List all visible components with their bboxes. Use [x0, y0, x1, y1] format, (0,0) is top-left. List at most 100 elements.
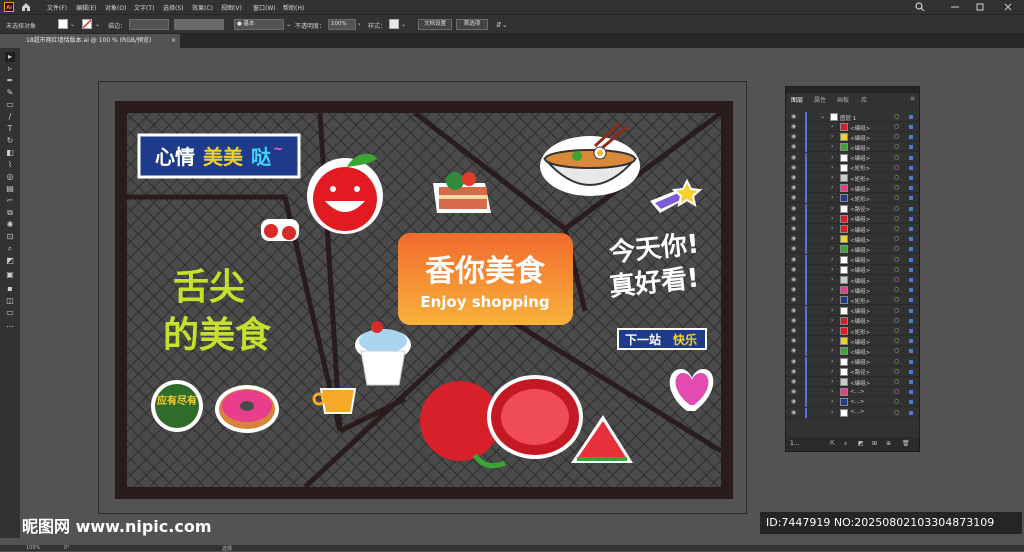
eye-icon[interactable]: ◉: [791, 327, 796, 334]
chevron-right-icon[interactable]: ›: [831, 337, 833, 344]
layer-row[interactable]: ◉ › <编组> ○: [786, 285, 919, 296]
target-icon[interactable]: ○: [894, 143, 899, 150]
restore-icon[interactable]: [975, 2, 985, 12]
layer-row[interactable]: ◉ › <...> ○: [786, 407, 919, 418]
target-icon[interactable]: ○: [894, 123, 899, 130]
chevron-right-icon[interactable]: ›: [358, 21, 360, 28]
minimize-icon[interactable]: [950, 2, 960, 12]
artboard-tool-icon[interactable]: ⊡: [5, 232, 15, 242]
target-icon[interactable]: ○: [894, 215, 899, 222]
type-tool-icon[interactable]: T: [5, 124, 15, 134]
layer-row[interactable]: ◉ › <编组> ○: [786, 356, 919, 367]
chevron-right-icon[interactable]: ›: [831, 378, 833, 385]
target-icon[interactable]: ○: [894, 164, 899, 171]
more-tools-icon[interactable]: ⋯: [5, 322, 15, 332]
home-icon[interactable]: [20, 1, 32, 13]
menu-effect[interactable]: 效果(C): [192, 3, 213, 12]
document-tab[interactable]: 18超市网红墙恬版本.ai @ 100 % (RGB/预览) ×: [20, 34, 180, 48]
layer-row[interactable]: ◉ › <编组> ○: [786, 264, 919, 275]
locate-object-icon[interactable]: ⌕: [844, 440, 847, 448]
chevron-right-icon[interactable]: ›: [831, 266, 833, 273]
chevron-right-icon[interactable]: ›: [831, 245, 833, 252]
target-icon[interactable]: ○: [894, 276, 899, 283]
eye-icon[interactable]: ◉: [791, 286, 796, 293]
eye-icon[interactable]: ◉: [791, 235, 796, 242]
chevron-right-icon[interactable]: ›: [831, 194, 833, 201]
design-artwork[interactable]: 心情 美美 哒 ~ 香你美食 Enjoy shopping 今天你! 真好看! …: [115, 101, 733, 499]
chevron-right-icon[interactable]: ›: [831, 388, 833, 395]
arrange-icon[interactable]: ⇵⌄: [496, 21, 508, 29]
line-tool-icon[interactable]: ∕: [5, 112, 15, 122]
menu-help[interactable]: 帮助(H): [283, 3, 304, 12]
chevron-right-icon[interactable]: ›: [831, 256, 833, 263]
layer-row[interactable]: ◉ › <编组> ○: [786, 275, 919, 285]
layer-row[interactable]: ◉ › <矩形> ○: [786, 173, 919, 183]
blend-tool-icon[interactable]: ⧉: [5, 208, 15, 218]
direct-selection-tool-icon[interactable]: ▹: [5, 64, 15, 74]
target-icon[interactable]: ○: [894, 358, 899, 365]
symbol-sprayer-tool-icon[interactable]: ✺: [5, 220, 15, 230]
layer-row[interactable]: ◉ › <编组> ○: [786, 152, 919, 163]
eye-icon[interactable]: ◉: [791, 174, 796, 181]
eye-icon[interactable]: ◉: [791, 378, 796, 385]
target-icon[interactable]: ○: [894, 113, 899, 120]
layer-row[interactable]: ◉ › <路径> ○: [786, 203, 919, 214]
target-icon[interactable]: ○: [894, 388, 899, 395]
target-icon[interactable]: ○: [894, 133, 899, 140]
collect-export-icon[interactable]: ⇱: [830, 440, 835, 447]
layer-row[interactable]: ◉ › <编组> ○: [786, 254, 919, 265]
layer-row[interactable]: ◉ › <矩形> ○: [786, 295, 919, 306]
close-tab-icon[interactable]: ×: [171, 34, 176, 48]
layer-row-top[interactable]: ◉ ⌄ 图层 1 ○: [786, 112, 919, 122]
layer-row[interactable]: ◉ › <路径> ○: [786, 366, 919, 377]
search-icon[interactable]: [915, 2, 925, 12]
eye-icon[interactable]: ◉: [791, 266, 796, 273]
target-icon[interactable]: ○: [894, 337, 899, 344]
chevron-right-icon[interactable]: ›: [831, 307, 833, 314]
target-icon[interactable]: ○: [894, 184, 899, 191]
target-icon[interactable]: ○: [894, 205, 899, 212]
chevron-right-icon[interactable]: ›: [831, 235, 833, 242]
layer-row[interactable]: ◉ › <编组> ○: [786, 244, 919, 255]
default-colors-icon[interactable]: ◩: [5, 256, 15, 266]
eye-icon[interactable]: ◉: [791, 296, 796, 303]
gradient-tool-icon[interactable]: ▤: [5, 184, 15, 194]
eye-icon[interactable]: ◉: [791, 113, 796, 120]
layer-row[interactable]: ◉ › <编组> ○: [786, 132, 919, 143]
eyedropper-tool-icon[interactable]: ⌐: [5, 196, 15, 206]
chevron-down-icon[interactable]: ⌄: [286, 21, 291, 28]
eye-icon[interactable]: ◉: [791, 276, 796, 283]
selection-tool-icon[interactable]: ▸: [5, 52, 15, 62]
layer-row[interactable]: ◉ › <编组> ○: [786, 142, 919, 153]
color-mode-icon[interactable]: ▪: [5, 284, 15, 294]
target-icon[interactable]: ○: [894, 347, 899, 354]
eye-icon[interactable]: ◉: [791, 215, 796, 222]
eye-icon[interactable]: ◉: [791, 317, 796, 324]
target-icon[interactable]: ○: [894, 307, 899, 314]
shape-builder-tool-icon[interactable]: ◎: [5, 172, 15, 182]
target-icon[interactable]: ○: [894, 266, 899, 273]
eye-icon[interactable]: ◉: [791, 164, 796, 171]
chevron-right-icon[interactable]: ›: [831, 143, 833, 150]
target-icon[interactable]: ○: [894, 256, 899, 263]
menu-object[interactable]: 对象(O): [105, 3, 126, 12]
menu-edit[interactable]: 编辑(E): [76, 3, 96, 12]
rotate-view[interactable]: 0°: [64, 545, 70, 551]
eye-icon[interactable]: ◉: [791, 133, 796, 140]
chevron-right-icon[interactable]: ›: [831, 276, 833, 283]
stroke-weight-field[interactable]: [129, 19, 169, 30]
layer-row[interactable]: ◉ › <编组> ○: [786, 377, 919, 387]
menu-view[interactable]: 视图(V): [221, 3, 242, 12]
target-icon[interactable]: ○: [894, 327, 899, 334]
new-sublayer-icon[interactable]: ⊞: [872, 440, 877, 447]
chevron-right-icon[interactable]: ›: [831, 123, 833, 130]
chevron-right-icon[interactable]: ›: [831, 286, 833, 293]
layer-row[interactable]: ◉ › <编组> ○: [786, 224, 919, 234]
close-icon[interactable]: [1003, 2, 1013, 12]
layer-row[interactable]: ◉ › <编组> ○: [786, 213, 919, 224]
layer-row[interactable]: ◉ › <...> ○: [786, 397, 919, 408]
layer-row[interactable]: ◉ › <编组> ○: [786, 122, 919, 132]
chevron-right-icon[interactable]: ›: [831, 225, 833, 232]
chevron-right-icon[interactable]: ›: [831, 358, 833, 365]
document-setup-button[interactable]: 文档设置: [418, 19, 452, 30]
